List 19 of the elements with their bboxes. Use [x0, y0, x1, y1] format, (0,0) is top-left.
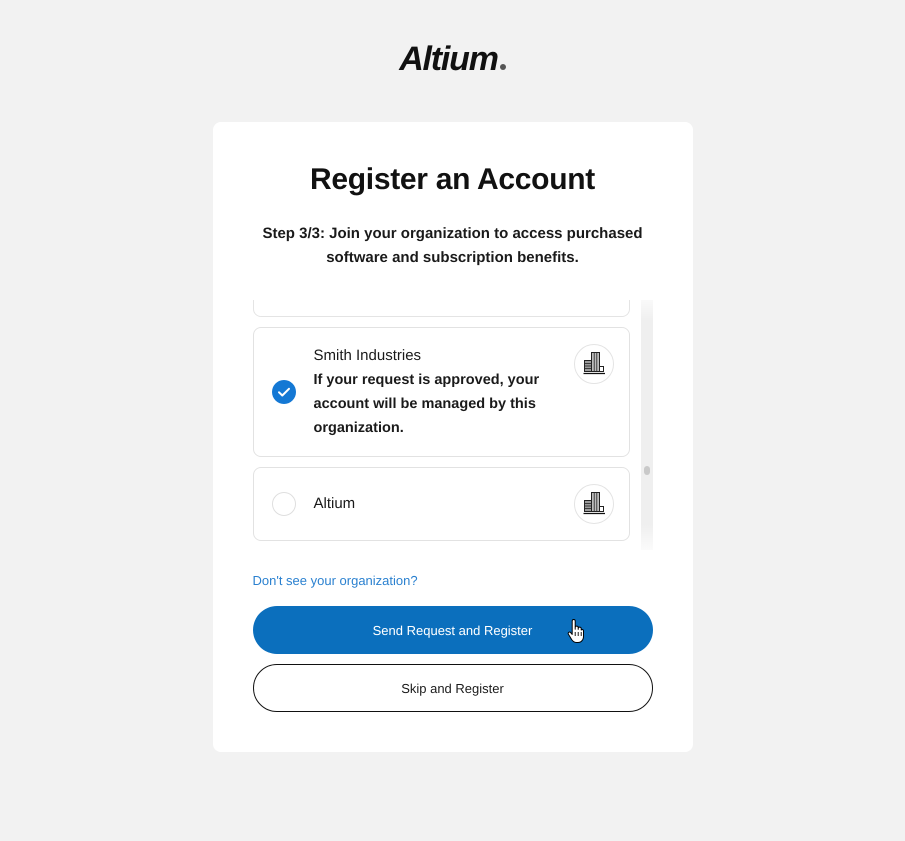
- organization-option[interactable]: Smith Industries If your request is approved, your account will be managed by this organization.: [252, 327, 630, 457]
- organization-option[interactable]: Altium: [252, 467, 630, 541]
- approval-note: If your request is approved, your account will be managed by this organization.: [314, 371, 540, 438]
- logo-wordmark: Altium: [399, 40, 498, 78]
- hand-cursor-icon: [566, 619, 584, 644]
- skip-button[interactable]: Skip and Register: [252, 664, 652, 712]
- building-icon: [574, 484, 614, 524]
- send-request-button[interactable]: Send Request and Register: [252, 606, 652, 654]
- organization-name: Altium: [314, 494, 356, 514]
- page-title: Register an Account: [309, 162, 596, 198]
- scrollbar[interactable]: [640, 300, 652, 550]
- radio-circle-icon[interactable]: [272, 492, 296, 516]
- organization-name: Smith Industries: [314, 346, 422, 366]
- check-circle-icon[interactable]: [272, 380, 296, 404]
- scrollbar-thumb[interactable]: [644, 466, 650, 475]
- trademark-dot-icon: [500, 64, 506, 70]
- missing-organization-link[interactable]: Don't see your organization?: [252, 572, 418, 590]
- building-icon: [574, 344, 614, 384]
- step-description: Step 3/3: Join your organization to access purchased software and subscription benefits.: [261, 224, 644, 268]
